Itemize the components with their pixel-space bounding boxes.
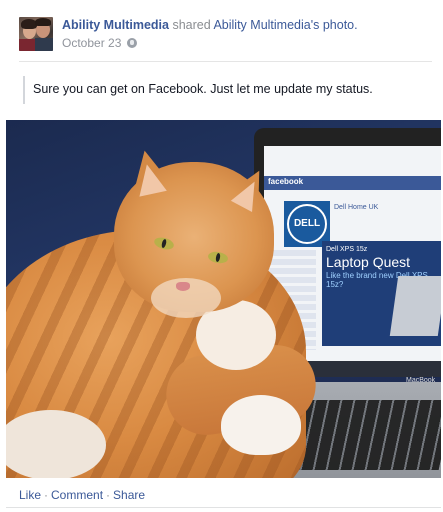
post-header: Ability Multimedia shared Ability Multim… — [19, 17, 433, 57]
separator: · — [106, 488, 111, 502]
share-verb: shared — [172, 18, 211, 32]
post-headline: Ability Multimedia shared Ability Multim… — [62, 18, 358, 32]
shared-post: Ability Multimedia shared Ability Multim… — [0, 0, 443, 512]
cat-nose — [176, 282, 190, 291]
post-meta: October 23 — [62, 36, 138, 50]
cat-paw — [221, 395, 301, 455]
like-link[interactable]: Like — [19, 488, 41, 502]
post-actions: Like · Comment · Share — [19, 488, 145, 502]
author-link[interactable]: Ability Multimedia — [62, 18, 169, 32]
globe-icon[interactable] — [127, 38, 138, 48]
share-link[interactable]: Share — [113, 488, 145, 502]
dell-logo: DELL — [287, 204, 327, 244]
shared-photo[interactable]: facebook DELL Dell Home UK Dell XPS 15z … — [6, 120, 441, 478]
bottom-divider — [6, 507, 441, 508]
post-quote: Sure you can get on Facebook. Just let m… — [23, 76, 443, 104]
shared-from-link[interactable]: Ability Multimedia's photo. — [213, 18, 357, 32]
banner-line1: Dell XPS 15z — [326, 246, 368, 253]
post-date[interactable]: October 23 — [62, 36, 121, 50]
banner-line2: Laptop Quest — [326, 254, 411, 270]
separator: · — [44, 488, 49, 502]
avatar[interactable] — [19, 17, 53, 51]
comment-link[interactable]: Comment — [51, 488, 103, 502]
laptop-keyboard — [288, 400, 441, 470]
screen-page-title: Dell Home UK — [334, 204, 379, 211]
header-divider — [19, 61, 432, 62]
